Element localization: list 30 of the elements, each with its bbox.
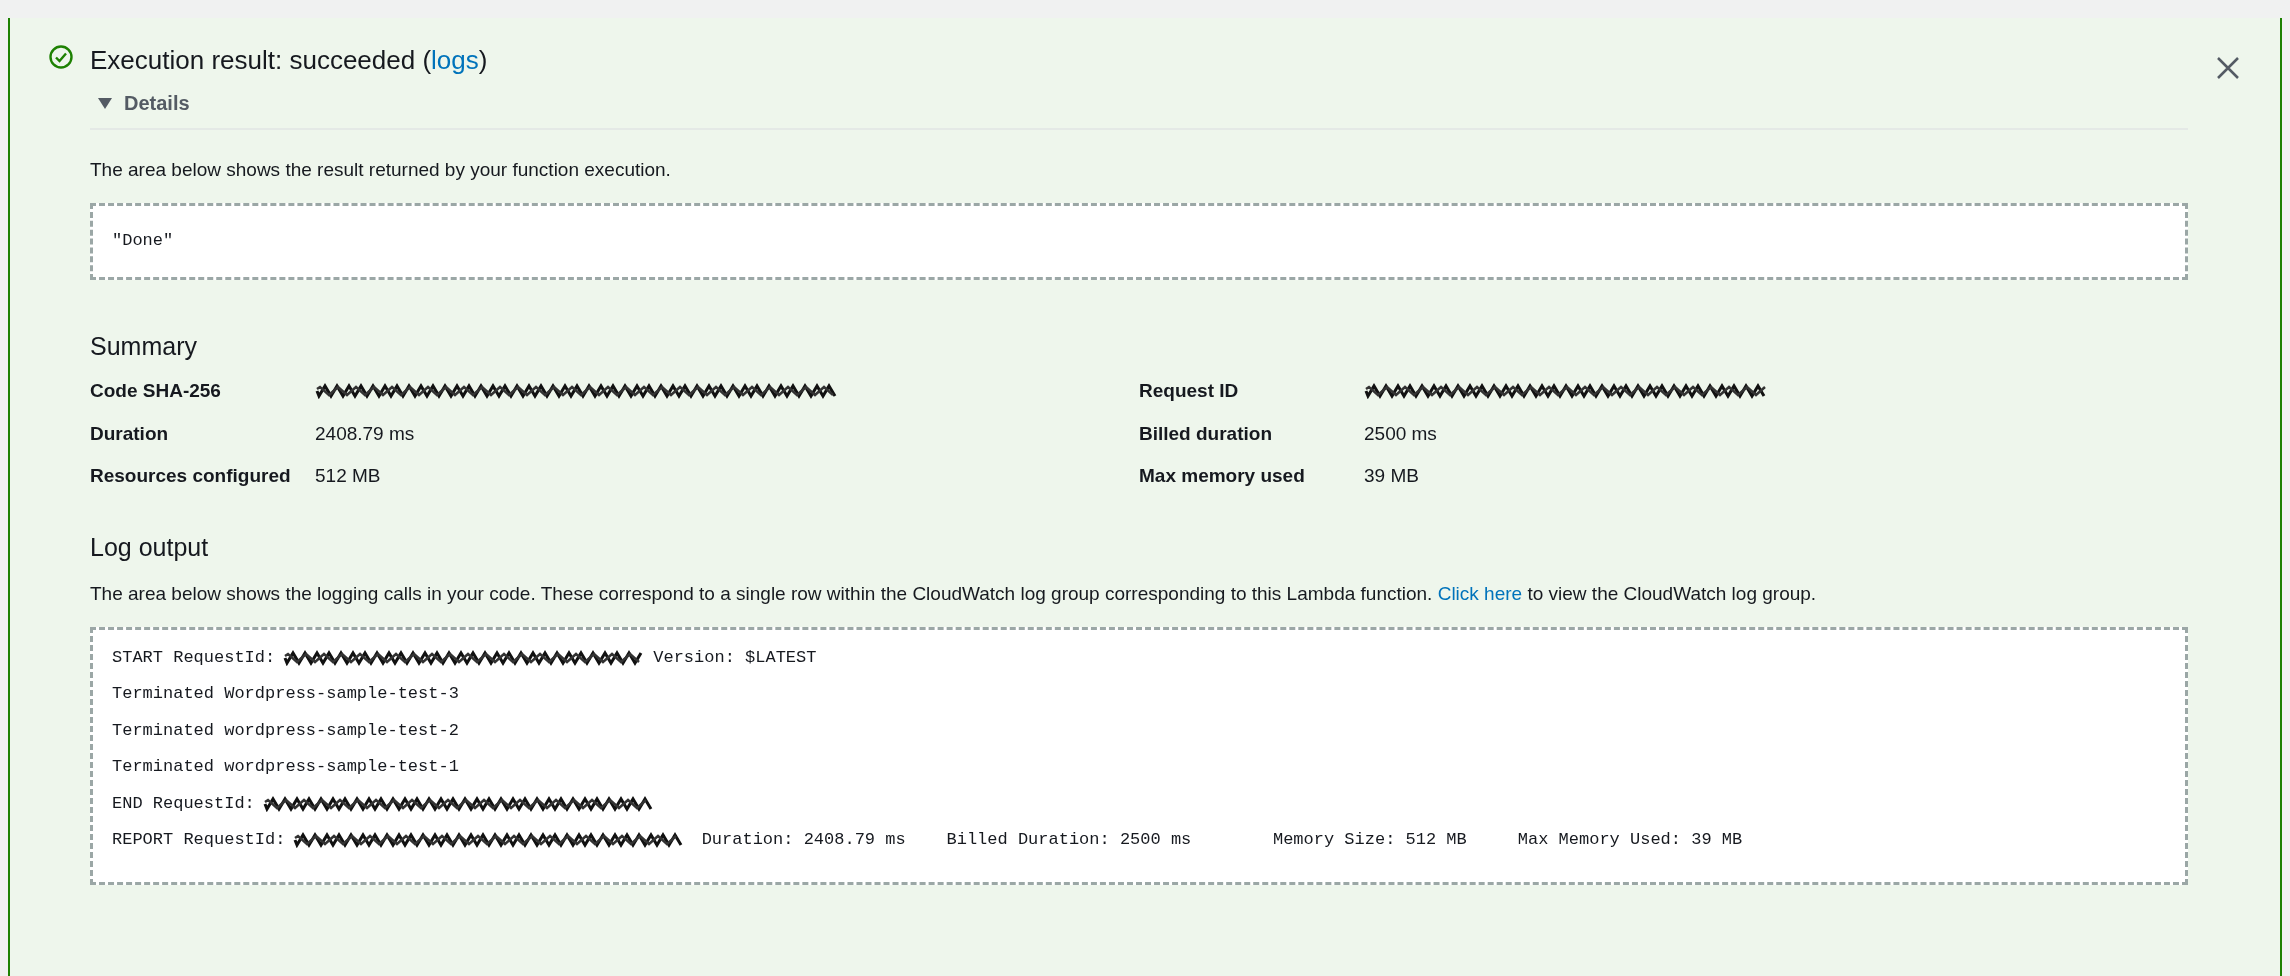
log-text: Version: $LATEST — [653, 646, 817, 669]
log-description: The area below shows the logging calls in your code. These correspond to a single row within the CloudWatch log group corresponding to this Lambda function. Click here to view the CloudWatch log group. — [90, 582, 1818, 606]
result-title: Execution result: succeeded (logs) — [90, 44, 489, 77]
logs-link[interactable]: logs — [431, 45, 479, 75]
log-text: START RequestId: — [112, 646, 276, 669]
success-check-icon — [48, 44, 74, 70]
log-heading: Log output — [90, 531, 210, 563]
summary-value: 512 MB — [315, 464, 382, 488]
log-text: REPORT RequestId: — [112, 829, 286, 852]
log-text: Terminated Wordpress-sample-test-3 — [112, 683, 459, 706]
log-text: END RequestId: — [112, 792, 255, 815]
caret-down-icon — [98, 96, 112, 110]
details-toggle[interactable]: Details — [98, 88, 190, 118]
summary-label: Duration — [90, 421, 170, 446]
summary-label: Resources configured — [90, 464, 292, 488]
summary-label: Request ID — [1139, 379, 1240, 403]
summary-label: Max memory used — [1139, 464, 1306, 488]
summary-label: Code SHA-256 — [90, 379, 222, 403]
summary-value: 2500 ms — [1364, 421, 1438, 446]
summary-heading: Summary — [90, 330, 198, 362]
log-text: Terminated wordpress-sample-test-1 — [112, 756, 459, 779]
summary-label: Billed duration — [1139, 421, 1273, 446]
result-description: The area below shows the result returned by your function execution. — [90, 158, 672, 182]
click-here-link[interactable]: Click here — [1437, 583, 1523, 604]
summary-value: 39 MB — [1364, 464, 1420, 488]
summary-value: 2408.79 ms — [315, 421, 416, 446]
log-text: Terminated wordpress-sample-test-2 — [112, 719, 459, 742]
log-text: Duration: 2408.79 ms Billed Duration: 2500 ms Memory Size: 512 MB Max Memory Used: 39 MB — [700, 829, 1743, 852]
result-output: "Done" — [90, 202, 2188, 280]
close-icon — [2216, 56, 2240, 80]
